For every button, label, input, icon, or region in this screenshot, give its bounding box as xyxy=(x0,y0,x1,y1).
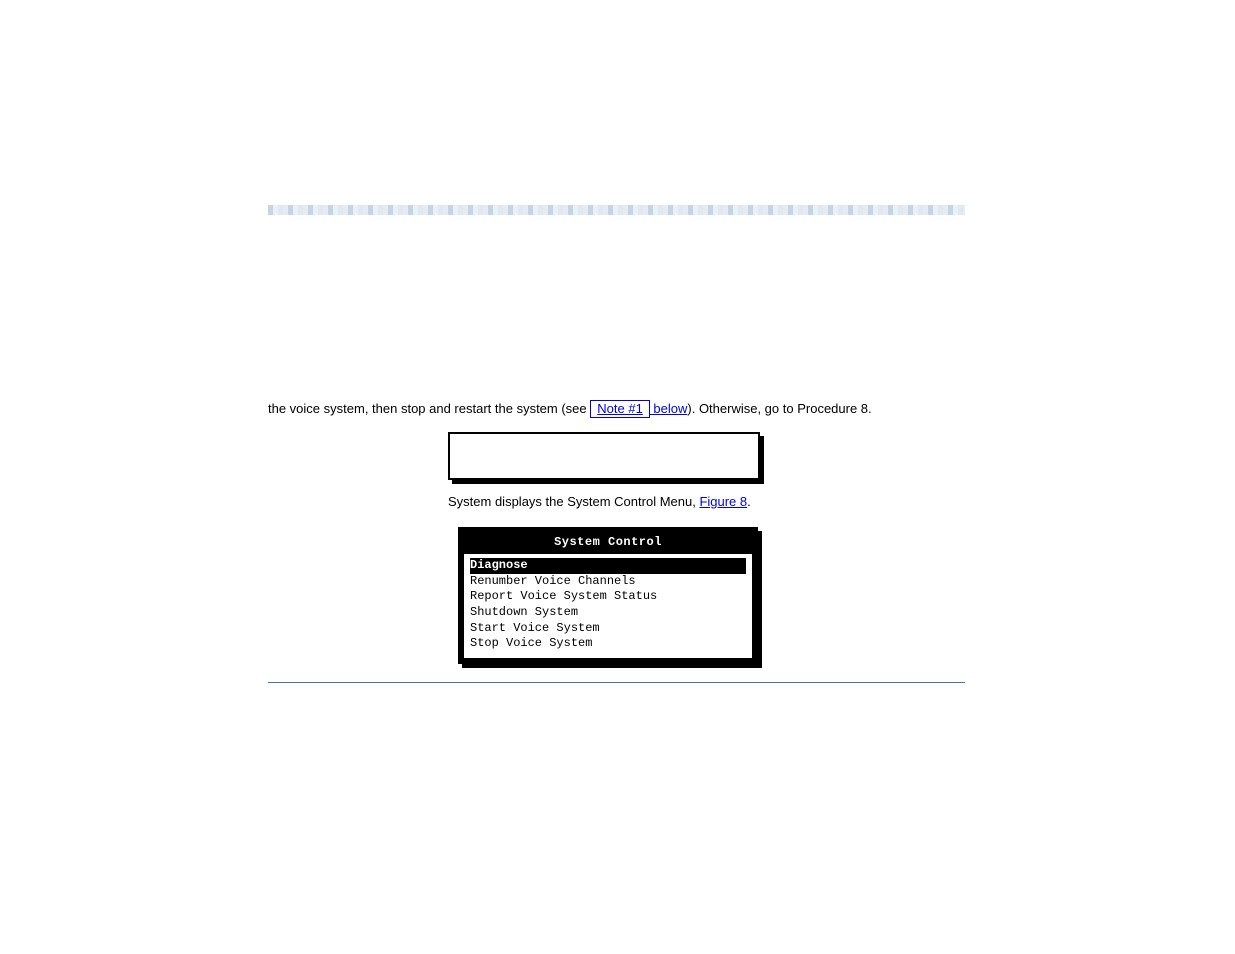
menu-item[interactable]: Renumber Voice Channels xyxy=(470,574,746,590)
figure-ref-suffix: . xyxy=(747,494,751,509)
menu-item[interactable]: Stop Voice System xyxy=(470,636,746,652)
menu-item[interactable]: Shutdown System xyxy=(470,605,746,621)
figure-reference: System displays the System Control Menu,… xyxy=(448,494,965,509)
menu-item[interactable]: Report Voice System Status xyxy=(470,589,746,605)
section-divider xyxy=(268,682,965,683)
menu-title: System Control xyxy=(464,533,752,555)
menu-body: DiagnoseRenumber Voice ChannelsReport Vo… xyxy=(464,554,752,658)
paragraph-post: ). Otherwise, go to Procedure 8. xyxy=(687,401,871,416)
ornament-band xyxy=(268,205,965,215)
note-link-suffix[interactable]: below xyxy=(650,401,688,416)
note-link[interactable]: Note #1 xyxy=(590,400,650,418)
paragraph-pre: the voice system, then stop and restart … xyxy=(268,401,590,416)
console-output-box xyxy=(448,432,760,480)
figure-ref-text: System displays the System Control Menu, xyxy=(448,494,699,509)
system-control-menu: System Control DiagnoseRenumber Voice Ch… xyxy=(458,527,758,664)
menu-item[interactable]: Diagnose xyxy=(470,558,746,574)
menu-item[interactable]: Start Voice System xyxy=(470,621,746,637)
figure-link[interactable]: Figure 8 xyxy=(699,494,747,509)
instruction-paragraph: the voice system, then stop and restart … xyxy=(268,400,965,418)
